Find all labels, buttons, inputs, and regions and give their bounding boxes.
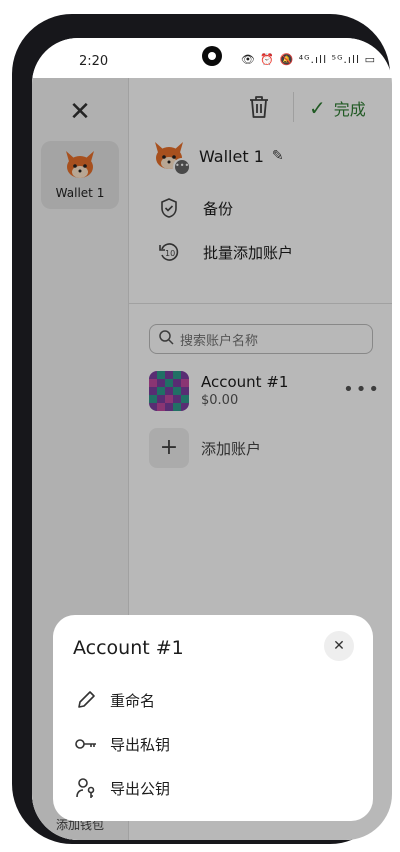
- sheet-title: Account #1: [73, 637, 184, 659]
- account-action-sheet: Account #1 ✕ 重命名 导出私钥 导出公钥: [53, 615, 373, 821]
- status-time: 2:20: [79, 54, 109, 69]
- export-public-key-option[interactable]: 导出公钥: [74, 776, 170, 800]
- screen: 2:20 👁 ⏰ 🔕 ⁴ᴳ.ıll ⁵ᴳ.ıll ▭ ✕ Wallet 1 添加…: [32, 38, 392, 840]
- key-icon: [74, 732, 98, 756]
- sheet-close-icon[interactable]: ✕: [324, 631, 354, 661]
- phone-frame: 2:20 👁 ⏰ 🔕 ⁴ᴳ.ıll ⁵ᴳ.ıll ▭ ✕ Wallet 1 添加…: [12, 14, 392, 844]
- status-icons: 👁 ⏰ 🔕 ⁴ᴳ.ıll ⁵ᴳ.ıll ▭: [240, 53, 376, 66]
- rename-label: 重命名: [110, 691, 156, 710]
- camera-cutout: [202, 46, 222, 66]
- user-key-icon: [74, 776, 98, 800]
- export-private-key-option[interactable]: 导出私钥: [74, 732, 170, 756]
- export-private-key-label: 导出私钥: [110, 735, 171, 754]
- rename-option[interactable]: 重命名: [74, 688, 155, 712]
- export-public-key-label: 导出公钥: [110, 779, 171, 798]
- pencil-icon: [74, 688, 98, 712]
